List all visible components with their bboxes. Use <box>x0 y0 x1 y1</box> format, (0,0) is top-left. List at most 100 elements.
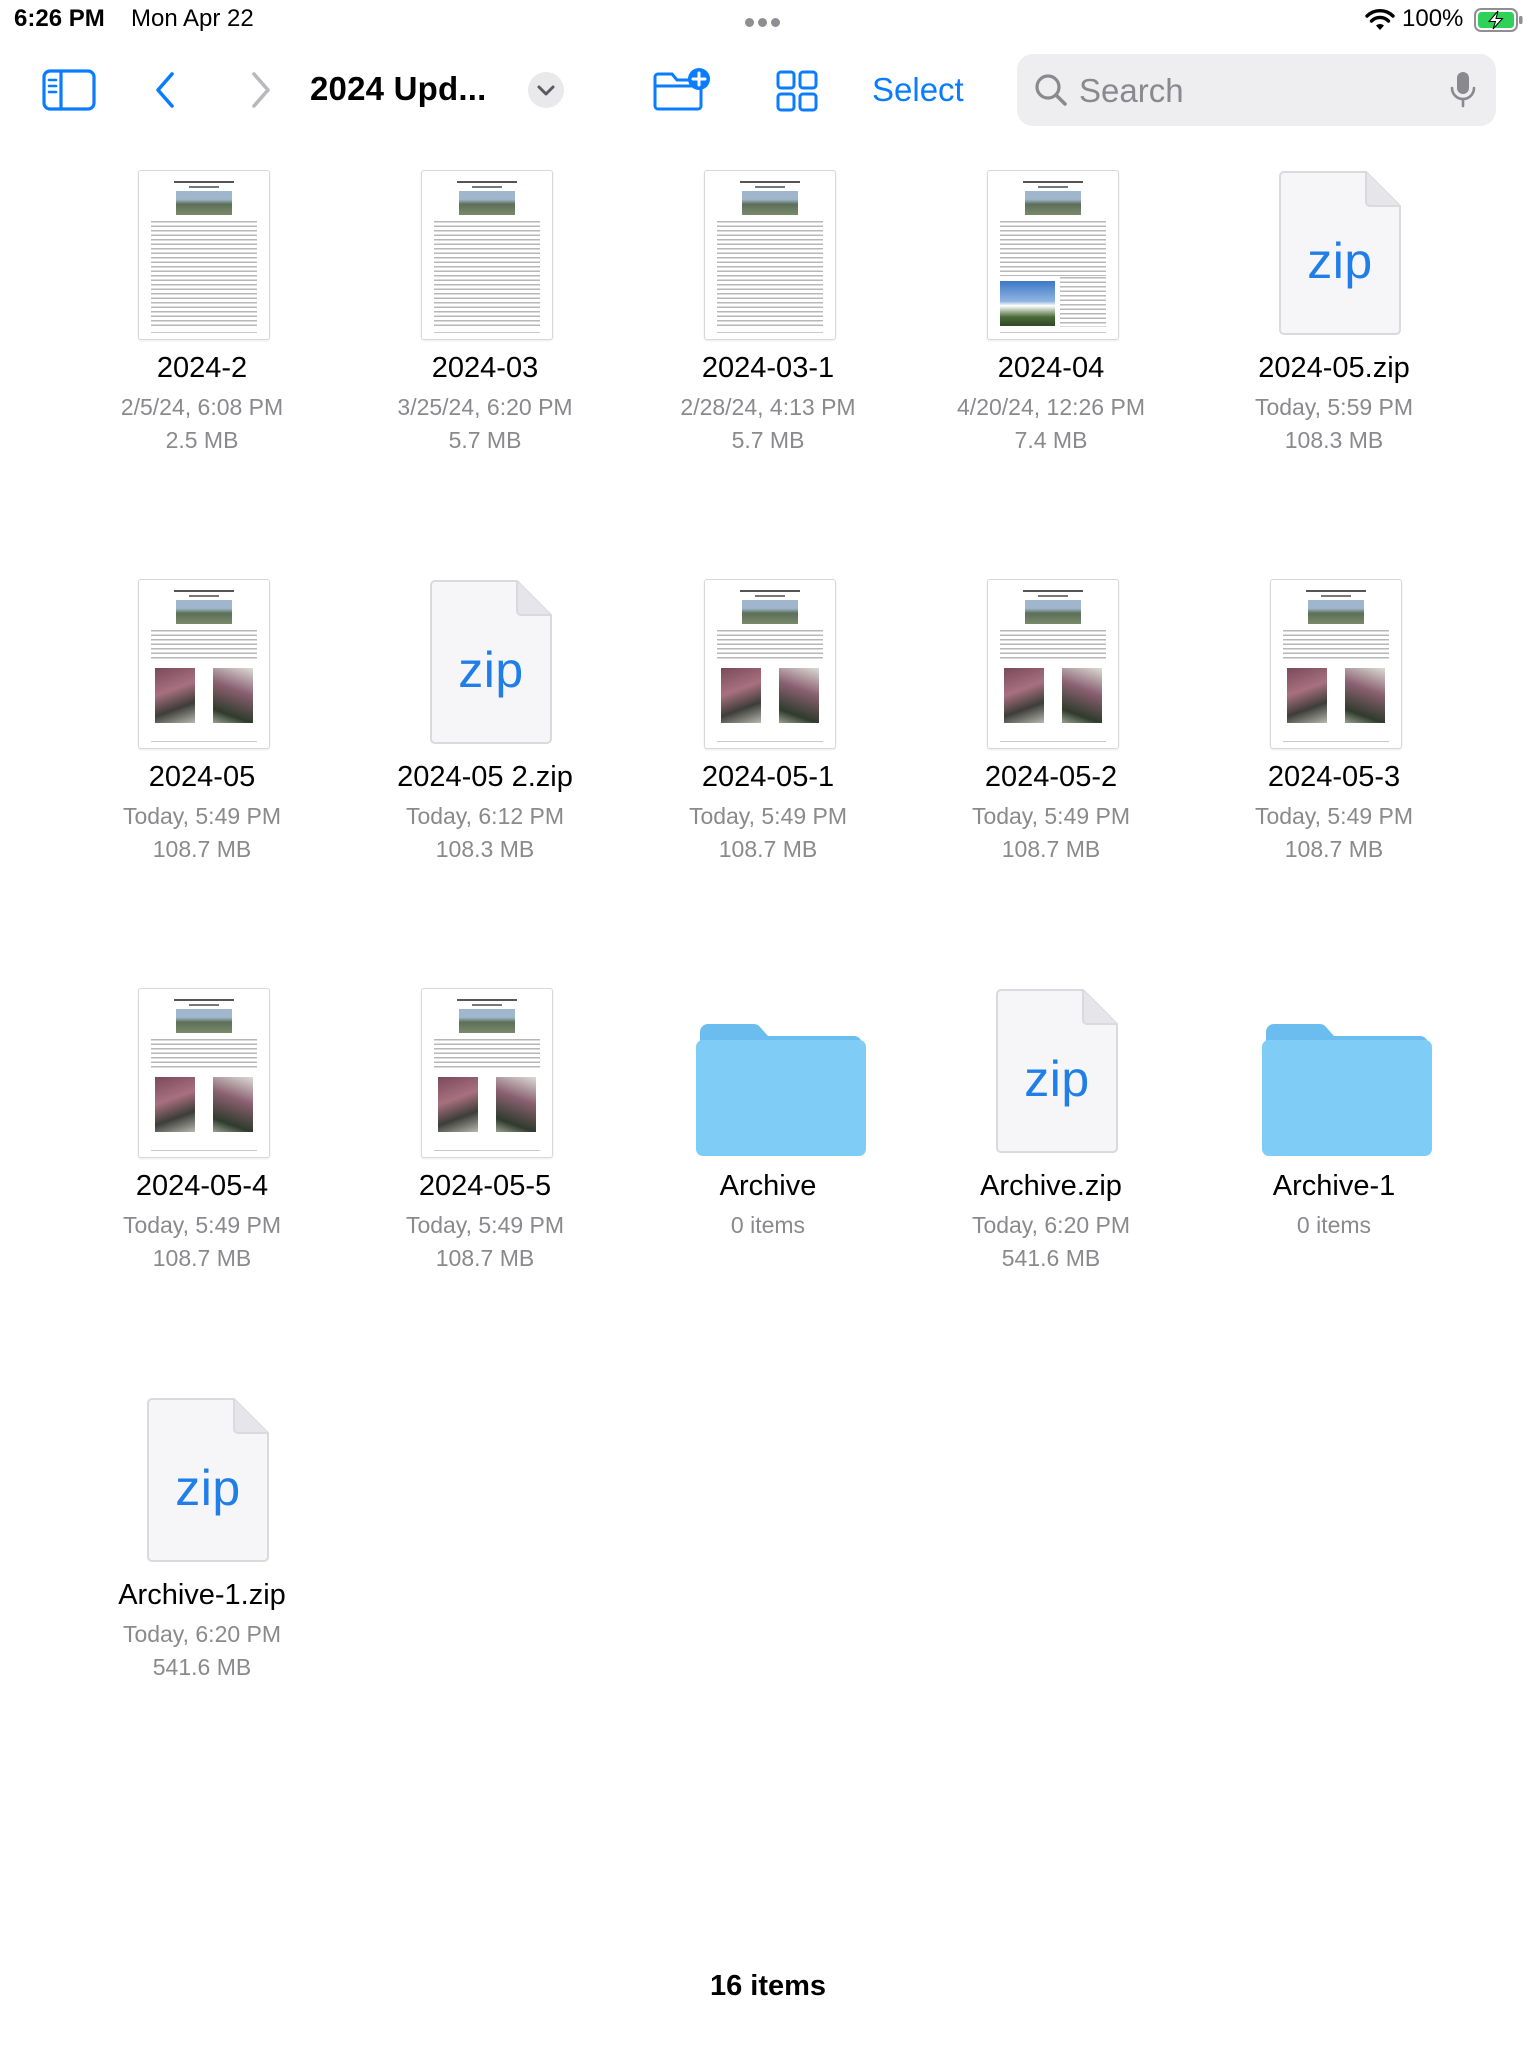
document-thumbnail-icon <box>987 579 1119 749</box>
item-date: Today, 6:12 PM <box>405 803 565 829</box>
item-name: 2024-05 <box>148 761 256 793</box>
item-date: Today, 6:20 PM <box>971 1212 1131 1238</box>
item-size: 108.7 MB <box>1284 835 1384 862</box>
folder-icon <box>1262 1022 1432 1156</box>
zip-archive-icon: zip <box>146 1397 270 1563</box>
document-thumbnail-icon <box>704 579 836 749</box>
file-item[interactable]: 2024-03 3/25/24, 6:20 PM 5.7 MB <box>365 170 605 455</box>
file-item[interactable]: zip 2024-05.zip Today, 5:59 PM 108.3 MB <box>1214 170 1454 455</box>
item-date: 2/28/24, 4:13 PM <box>680 394 856 420</box>
toolbar: 2024 Upd... Select <box>0 40 1536 140</box>
folder-title[interactable]: 2024 Upd... <box>310 70 486 108</box>
item-date: Today, 5:49 PM <box>688 803 848 829</box>
item-name: Archive.zip <box>980 1170 1122 1202</box>
zip-label: zip <box>458 642 524 698</box>
item-size: 541.6 MB <box>1001 1244 1101 1271</box>
search-icon <box>1035 74 1067 106</box>
item-date: Today, 5:49 PM <box>122 1212 282 1238</box>
document-thumbnail-icon <box>421 988 553 1158</box>
thumbnail <box>82 988 322 1160</box>
file-item[interactable]: 2024-05 Today, 5:49 PM 108.7 MB <box>82 579 322 864</box>
item-date: 3/25/24, 6:20 PM <box>397 394 573 420</box>
thumbnail <box>82 579 322 751</box>
item-date: Today, 5:49 PM <box>122 803 282 829</box>
battery-charging-icon <box>1474 8 1523 32</box>
item-size: 7.4 MB <box>1014 426 1088 453</box>
file-item[interactable]: 2024-05-2 Today, 5:49 PM 108.7 MB <box>931 579 1171 864</box>
file-item[interactable]: 2024-2 2/5/24, 6:08 PM 2.5 MB <box>82 170 322 455</box>
file-item[interactable]: zip 2024-05 2.zip Today, 6:12 PM 108.3 MB <box>365 579 605 864</box>
forward-chevron-icon[interactable] <box>246 70 276 110</box>
item-name: 2024-05-2 <box>984 761 1118 793</box>
document-thumbnail-icon <box>138 170 270 340</box>
item-name: Archive-1.zip <box>118 1579 286 1611</box>
thumbnail <box>648 988 888 1160</box>
item-size: 108.3 MB <box>435 835 535 862</box>
document-thumbnail-icon <box>1270 579 1402 749</box>
file-item[interactable]: zip Archive.zip Today, 6:20 PM 541.6 MB <box>931 988 1171 1273</box>
file-item[interactable]: 2024-05-1 Today, 5:49 PM 108.7 MB <box>648 579 888 864</box>
item-count: 0 items <box>1296 1212 1372 1238</box>
file-item[interactable]: 2024-05-3 Today, 5:49 PM 108.7 MB <box>1214 579 1454 864</box>
item-date: 4/20/24, 12:26 PM <box>957 394 1145 420</box>
item-date: Today, 5:59 PM <box>1254 394 1414 420</box>
battery-percent: 100% <box>1402 5 1464 32</box>
icon-view-grid-icon[interactable] <box>776 70 818 112</box>
file-item[interactable]: 2024-04 4/20/24, 12:26 PM 7.4 MB <box>931 170 1171 455</box>
item-name: 2024-05-5 <box>418 1170 552 1202</box>
zip-archive-icon: zip <box>1278 170 1402 336</box>
item-name: 2024-05 2.zip <box>397 761 573 793</box>
item-date: Today, 6:20 PM <box>122 1621 282 1647</box>
item-name: 2024-2 <box>156 352 248 384</box>
item-name: 2024-05.zip <box>1258 352 1410 384</box>
item-name: 2024-03-1 <box>701 352 835 384</box>
microphone-icon[interactable] <box>1449 70 1477 110</box>
item-size: 108.7 MB <box>1001 835 1101 862</box>
zip-label: zip <box>1307 233 1373 289</box>
file-item[interactable]: 2024-05-4 Today, 5:49 PM 108.7 MB <box>82 988 322 1273</box>
status-time: 6:26 PM <box>14 5 105 32</box>
new-folder-icon[interactable] <box>652 66 712 112</box>
select-button[interactable]: Select <box>872 71 964 109</box>
document-thumbnail-icon <box>987 170 1119 340</box>
item-name: Archive-1 <box>1272 1170 1396 1202</box>
zip-label: zip <box>175 1460 241 1516</box>
thumbnail <box>648 579 888 751</box>
sidebar-toggle-icon[interactable] <box>42 68 96 112</box>
item-size: 108.7 MB <box>718 835 818 862</box>
item-count: 0 items <box>730 1212 806 1238</box>
item-size: 5.7 MB <box>448 426 522 453</box>
thumbnail <box>1214 988 1454 1160</box>
item-name: 2024-04 <box>997 352 1105 384</box>
thumbnail <box>931 579 1171 751</box>
file-item[interactable]: 2024-05-5 Today, 5:49 PM 108.7 MB <box>365 988 605 1273</box>
thumbnail <box>365 988 605 1160</box>
zip-archive-icon: zip <box>995 988 1119 1154</box>
document-thumbnail-icon <box>138 988 270 1158</box>
item-name: Archive <box>719 1170 817 1202</box>
search-input[interactable] <box>1077 66 1441 116</box>
file-item[interactable]: zip Archive-1.zip Today, 6:20 PM 541.6 MB <box>82 1397 322 1682</box>
status-bar: 6:26 PM Mon Apr 22 100% <box>0 0 1536 40</box>
item-name: 2024-05-1 <box>701 761 835 793</box>
status-date: Mon Apr 22 <box>131 5 254 32</box>
folder-item[interactable]: Archive 0 items <box>648 988 888 1240</box>
zip-archive-icon: zip <box>429 579 553 745</box>
thumbnail: zip <box>1214 170 1454 342</box>
item-name: 2024-03 <box>431 352 539 384</box>
folder-item[interactable]: Archive-1 0 items <box>1214 988 1454 1240</box>
item-size: 108.7 MB <box>435 1244 535 1271</box>
search-bar[interactable] <box>1017 54 1496 126</box>
item-date: Today, 5:49 PM <box>1254 803 1414 829</box>
thumbnail <box>648 170 888 342</box>
item-size: 108.7 MB <box>152 835 252 862</box>
back-chevron-icon[interactable] <box>150 70 180 110</box>
folder-icon <box>696 1022 866 1156</box>
thumbnail: zip <box>82 1397 322 1569</box>
item-name: 2024-05-4 <box>135 1170 269 1202</box>
thumbnail <box>365 170 605 342</box>
multitasking-dots-icon[interactable] <box>745 14 793 27</box>
title-menu-chevron-icon[interactable] <box>528 72 564 108</box>
file-item[interactable]: 2024-03-1 2/28/24, 4:13 PM 5.7 MB <box>648 170 888 455</box>
item-size: 108.3 MB <box>1284 426 1384 453</box>
